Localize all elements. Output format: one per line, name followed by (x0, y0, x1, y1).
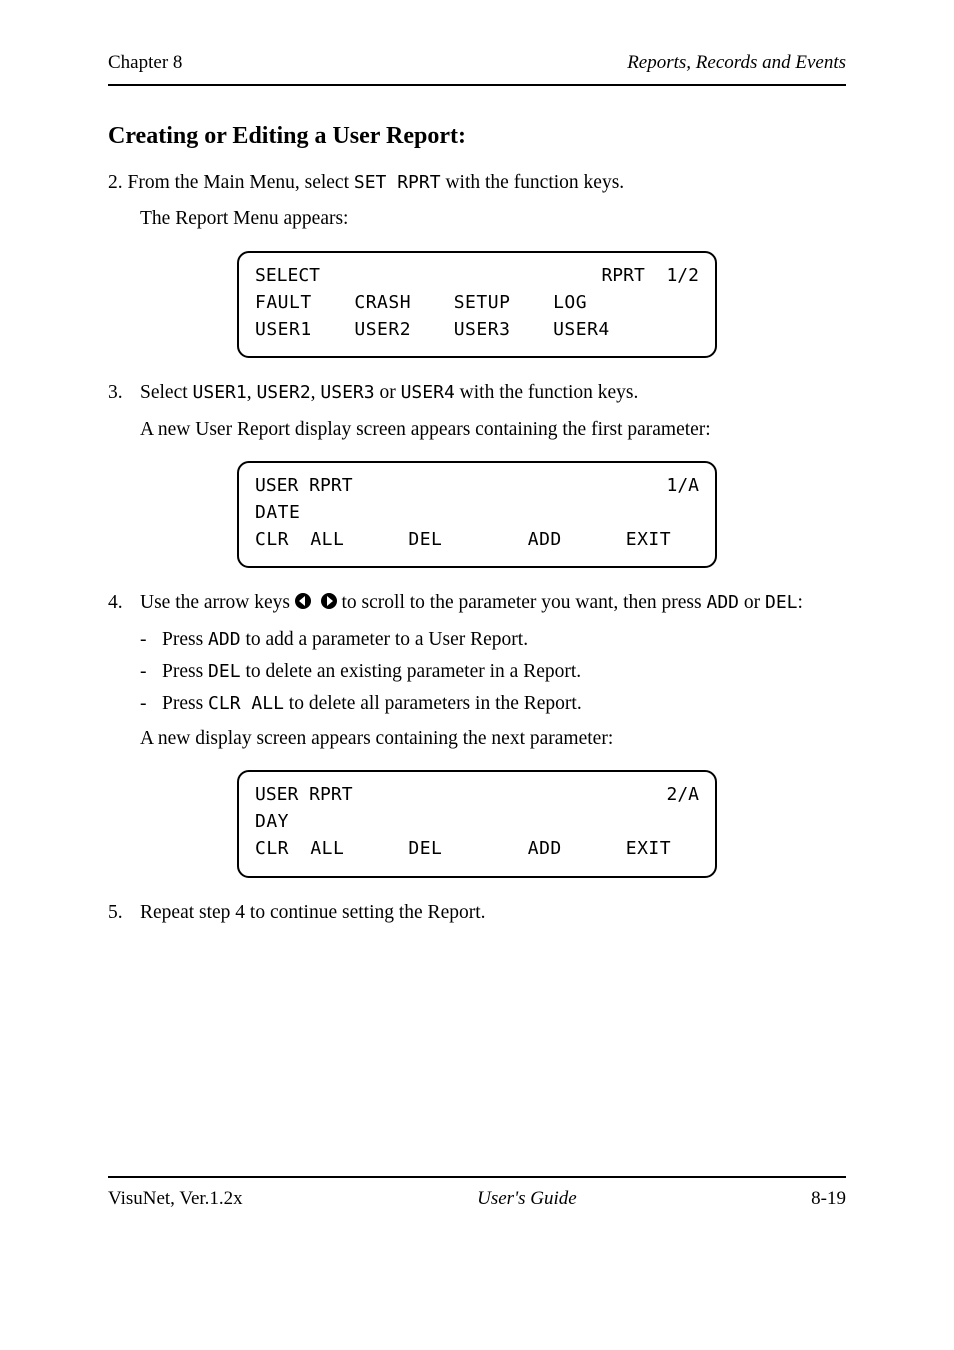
b3-after: to delete all parameters in the Report. (284, 693, 582, 714)
b3-param: CLR ALL (208, 693, 284, 714)
display-box-3: USER RPRT 2/A DAY CLR ALL DEL ADD EXIT (237, 770, 717, 878)
step-4: 4. Use the arrow keys to scroll to the p… (108, 590, 846, 616)
step-3-param1: USER1 (193, 382, 247, 403)
header-chapter-ref: Chapter 8 (108, 50, 182, 76)
bullet-2: - Press DEL to delete an existing parame… (140, 659, 846, 685)
step-4-number: 4. (108, 590, 130, 616)
step-2-param: SET RPRT (354, 172, 441, 193)
db2-line1-value: 1/A (666, 473, 699, 498)
step-4-del: DEL (765, 592, 798, 613)
step-3-param2: USER2 (256, 382, 310, 403)
section-title: Creating or Editing a User Report: (108, 120, 846, 152)
step-3-number: 3. (108, 380, 130, 406)
top-rule (108, 84, 846, 86)
page-header: Chapter 8 Reports, Records and Events (108, 50, 846, 76)
db3-line3: CLR ALL DEL ADD EXIT (255, 836, 671, 861)
step-3-mid3: or (375, 382, 401, 403)
display-box-2: USER RPRT 1/A DATE CLR ALL DEL ADD EXIT (237, 461, 717, 569)
b1-param: ADD (208, 629, 241, 650)
step-4-or: or (739, 592, 765, 613)
footer-mid: User's Guide (477, 1186, 577, 1212)
step-5-text: Repeat step 4 to continue setting the Re… (140, 900, 846, 926)
db3-line2: DAY (255, 809, 289, 834)
bullet-dash-icon: - (140, 659, 152, 685)
step-3-param3: USER3 (320, 382, 374, 403)
bullet-1: - Press ADD to add a parameter to a User… (140, 627, 846, 653)
page-footer: VisuNet, Ver.1.2x User's Guide 8-19 (108, 1176, 846, 1212)
bullet-dash-icon: - (140, 691, 152, 717)
step-5: 5. Repeat step 4 to continue setting the… (108, 900, 846, 926)
db1-line1-value: RPRT 1/2 (601, 263, 699, 288)
db3-line1-label: USER RPRT (255, 782, 353, 807)
step-2: 2. From the Main Menu, select SET RPRT w… (108, 170, 846, 196)
step-3-mid2: , (311, 382, 321, 403)
step-2-followup: The Report Menu appears: (140, 206, 846, 232)
step-3-suffix: with the function keys. (455, 382, 639, 403)
step-4-colon: : (798, 592, 803, 613)
db1-line3: USER1 USER2 USER3 USER4 (255, 317, 610, 342)
bullet-dash-icon: - (140, 627, 152, 653)
db2-line3: CLR ALL DEL ADD EXIT (255, 527, 671, 552)
step-3-prefix: Select (140, 382, 193, 403)
db1-line1-label: SELECT (255, 263, 320, 288)
bullet-3: - Press CLR ALL to delete all parameters… (140, 691, 846, 717)
b3-before: Press (162, 693, 208, 714)
step-4-followup: A new display screen appears containing … (140, 726, 846, 752)
footer-right: 8-19 (811, 1186, 846, 1212)
header-chapter-title: Reports, Records and Events (627, 50, 846, 76)
step-2-text-before: 2. From the Main Menu, select (108, 172, 354, 193)
b2-after: to delete an existing parameter in a Rep… (241, 661, 582, 682)
display-box-1: SELECT RPRT 1/2 FAULT CRASH SETUP LOG US… (237, 251, 717, 359)
step-4-after-arrows: to scroll to the parameter you want, the… (337, 592, 707, 613)
db3-line1-value: 2/A (666, 782, 699, 807)
b1-before: Press (162, 629, 208, 650)
db2-line2: DATE (255, 500, 300, 525)
step-5-number: 5. (108, 900, 130, 926)
step-3-param4: USER4 (401, 382, 455, 403)
b2-param: DEL (208, 661, 241, 682)
step-3-mid1: , (247, 382, 257, 403)
step-4-text-arrow-prefix: Use the arrow keys (140, 592, 295, 613)
step-4-bullet-list: - Press ADD to add a parameter to a User… (140, 627, 846, 718)
bottom-rule (108, 1176, 846, 1178)
db1-line2: FAULT CRASH SETUP LOG (255, 290, 587, 315)
right-arrow-icon (321, 593, 337, 609)
b1-after: to add a parameter to a User Report. (241, 629, 529, 650)
left-arrow-icon (295, 593, 311, 609)
step-2-text-after: with the function keys. (441, 172, 625, 193)
page: Chapter 8 Reports, Records and Events Cr… (0, 0, 954, 1260)
b2-before: Press (162, 661, 208, 682)
step-3-followup: A new User Report display screen appears… (140, 417, 846, 443)
db2-line1-label: USER RPRT (255, 473, 353, 498)
step-3: 3. Select USER1, USER2, USER3 or USER4 w… (108, 380, 846, 406)
step-4-add: ADD (706, 592, 739, 613)
footer-left: VisuNet, Ver.1.2x (108, 1186, 243, 1212)
